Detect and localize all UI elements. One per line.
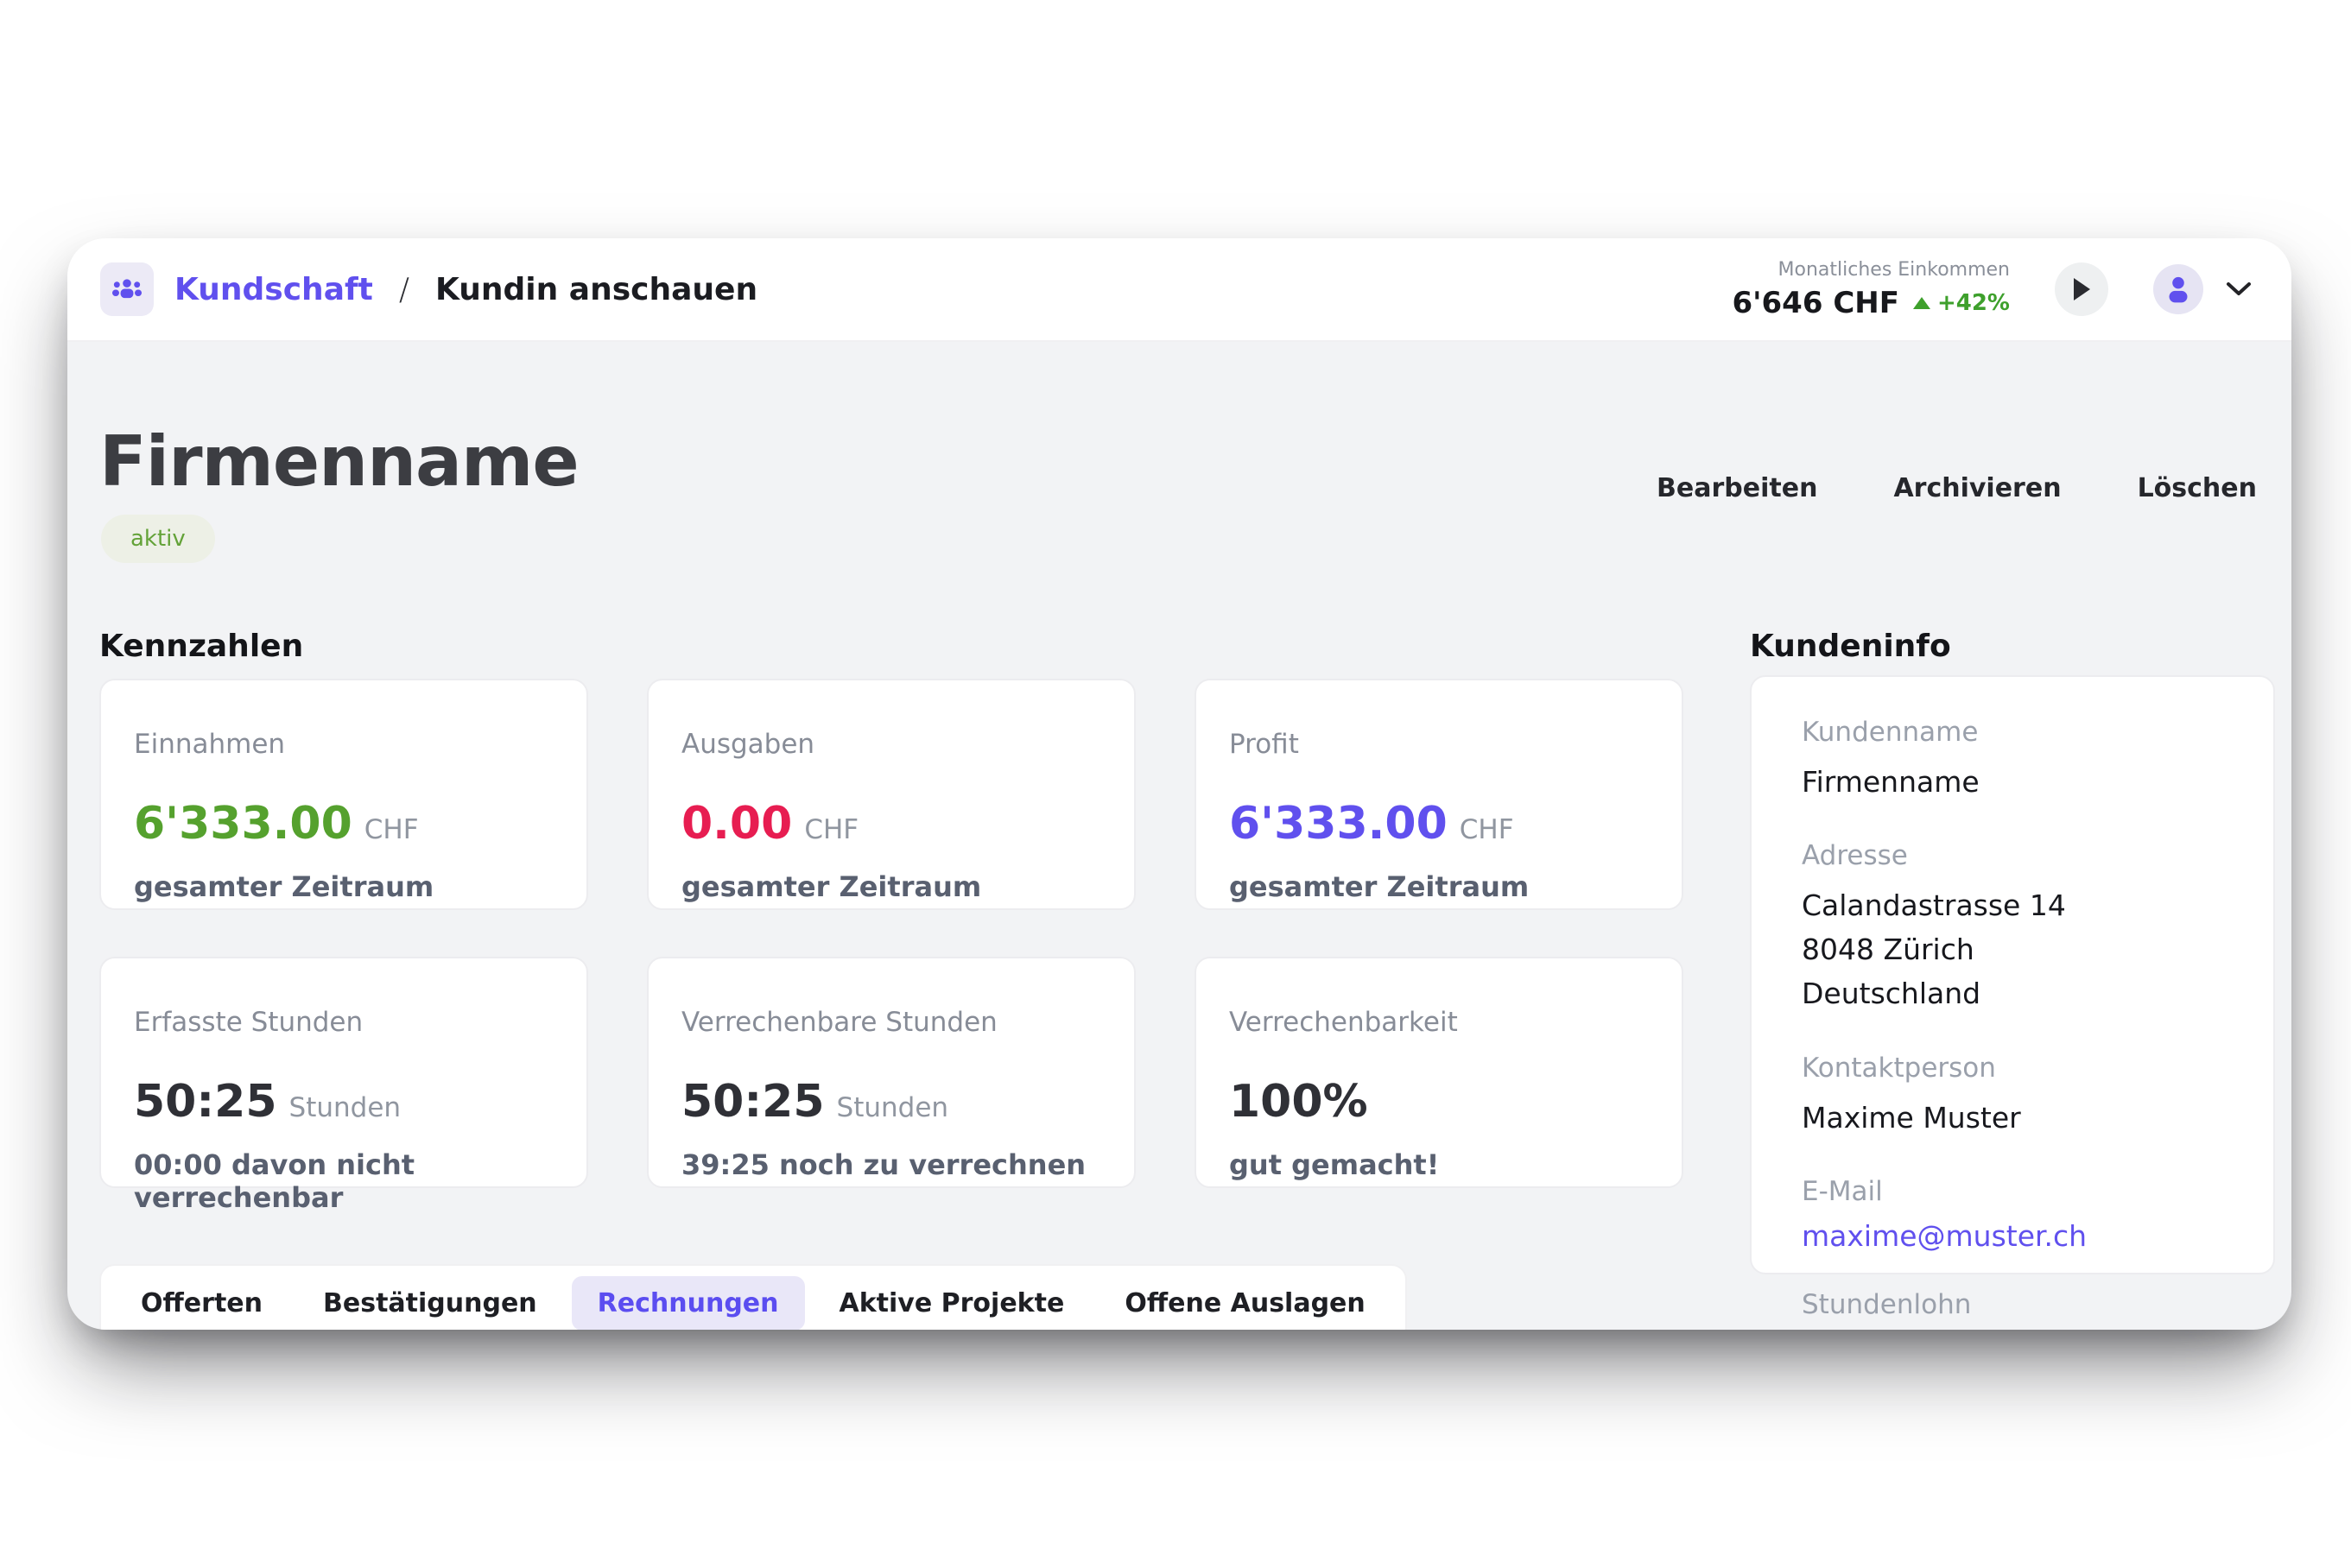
top-bar: Kundschaft / Kundin anschauen Monatliche… [67, 238, 2291, 342]
play-icon [2072, 277, 2091, 301]
tab-aktive-projekte[interactable]: Aktive Projekte [814, 1276, 1091, 1330]
field-label: Kundenname [1802, 717, 2239, 748]
tab-bestaetigungen[interactable]: Bestätigungen [297, 1276, 563, 1330]
chevron-down-icon[interactable] [2226, 281, 2252, 297]
kpi-unit: CHF [364, 814, 419, 845]
breadcrumb-separator: / [394, 272, 415, 307]
trend-up-icon [1913, 297, 1930, 309]
kennzahlen-heading: Kennzahlen [99, 629, 303, 664]
field-label: E-Mail [1802, 1176, 2239, 1207]
avatar[interactable] [2153, 264, 2203, 314]
address-line-3: Deutschland [1802, 971, 2239, 1015]
field-kundenname: Kundenname Firmenname [1802, 717, 2239, 804]
archive-button[interactable]: Archivieren [1893, 473, 2061, 503]
income-delta-badge: +42% [1913, 290, 2010, 316]
field-stundenlohn: Stundenlohn 120.00 CHF [1802, 1289, 2239, 1330]
monthly-income-widget: Monatliches Einkommen 6'646 CHF +42% [1732, 259, 2010, 320]
kpi-note: gesamter Zeitraum [681, 870, 1105, 903]
kpi-label: Profit [1229, 729, 1652, 760]
kundeninfo-heading: Kundeninfo [1750, 629, 1951, 664]
kpi-label: Einnahmen [134, 729, 557, 760]
kpi-grid: Einnahmen 6'333.00 CHF gesamter Zeitraum… [99, 679, 1683, 1188]
kpi-unit: CHF [804, 814, 859, 845]
kundeninfo-card: Kundenname Firmenname Adresse Calandastr… [1750, 675, 2275, 1274]
kpi-value: 50:25 [681, 1076, 825, 1128]
tab-offene-auslagen[interactable]: Offene Auslagen [1099, 1276, 1391, 1330]
address-line-2: 8048 Zürich [1802, 927, 2239, 971]
play-button[interactable] [2055, 262, 2108, 316]
user-menu[interactable] [2153, 264, 2252, 314]
kpi-note: gesamter Zeitraum [134, 870, 557, 903]
address-line-1: Calandastrasse 14 [1802, 883, 2239, 927]
field-value: Maxime Muster [1802, 1096, 2239, 1140]
customers-icon-box [100, 262, 154, 316]
delete-button[interactable]: Löschen [2138, 473, 2257, 503]
topbar-right-cluster: Monatliches Einkommen 6'646 CHF +42% [1732, 259, 2252, 320]
kpi-card-verrechenbarkeit: Verrechenbarkeit 100% gut gemacht! [1195, 957, 1683, 1188]
kpi-note: gesamter Zeitraum [1229, 870, 1652, 903]
app-window: Kundschaft / Kundin anschauen Monatliche… [67, 238, 2291, 1330]
field-adresse: Adresse Calandastrasse 14 8048 Zürich De… [1802, 840, 2239, 1015]
page-title: Firmenname [99, 421, 579, 502]
breadcrumb-current: Kundin anschauen [435, 272, 757, 307]
kpi-unit: Stunden [837, 1092, 949, 1123]
income-delta-value: +42% [1937, 290, 2010, 316]
users-icon [112, 277, 142, 301]
kpi-value: 50:25 [134, 1076, 277, 1128]
kpi-unit: CHF [1460, 814, 1514, 845]
field-label: Kontaktperson [1802, 1053, 2239, 1084]
field-kontaktperson: Kontaktperson Maxime Muster [1802, 1053, 2239, 1140]
kpi-value: 6'333.00 [134, 798, 352, 850]
tab-offerten[interactable]: Offerten [115, 1276, 288, 1330]
email-link[interactable]: maxime@muster.ch [1802, 1219, 2239, 1253]
kpi-note: 39:25 noch zu verrechnen [681, 1148, 1105, 1181]
kpi-value: 0.00 [681, 798, 792, 850]
kpi-value: 6'333.00 [1229, 798, 1448, 850]
kpi-label: Verrechenbare Stunden [681, 1007, 1105, 1038]
monthly-income-value: 6'646 CHF [1732, 286, 1899, 320]
user-avatar-icon [2165, 275, 2191, 303]
page-content: Firmenname aktiv Bearbeiten Archivieren … [67, 344, 2291, 1330]
kpi-note: 00:00 davon nicht verrechenbar [134, 1148, 557, 1214]
tab-rechnungen[interactable]: Rechnungen [572, 1276, 805, 1330]
kpi-card-erfasste-stunden: Erfasste Stunden 50:25 Stunden 00:00 dav… [99, 957, 588, 1188]
kpi-label: Erfasste Stunden [134, 1007, 557, 1038]
field-value: Firmenname [1802, 760, 2239, 804]
field-label: Adresse [1802, 840, 2239, 871]
kpi-label: Verrechenbarkeit [1229, 1007, 1652, 1038]
kpi-unit: Stunden [289, 1092, 402, 1123]
breadcrumb-link-kundschaft[interactable]: Kundschaft [174, 272, 373, 307]
kpi-card-ausgaben: Ausgaben 0.00 CHF gesamter Zeitraum [647, 679, 1136, 910]
field-label: Stundenlohn [1802, 1289, 2239, 1320]
kpi-value: 100% [1229, 1076, 1368, 1128]
kpi-note: gut gemacht! [1229, 1148, 1652, 1181]
status-badge: aktiv [101, 515, 215, 563]
kpi-label: Ausgaben [681, 729, 1105, 760]
field-email: E-Mail maxime@muster.ch [1802, 1176, 2239, 1253]
record-actions: Bearbeiten Archivieren Löschen [1657, 473, 2257, 503]
breadcrumb: Kundschaft / Kundin anschauen [100, 262, 757, 316]
edit-button[interactable]: Bearbeiten [1657, 473, 1817, 503]
monthly-income-label: Monatliches Einkommen [1732, 259, 2010, 281]
kpi-card-profit: Profit 6'333.00 CHF gesamter Zeitraum [1195, 679, 1683, 910]
kpi-card-verrechenbare-stunden: Verrechenbare Stunden 50:25 Stunden 39:2… [647, 957, 1136, 1188]
kpi-card-einnahmen: Einnahmen 6'333.00 CHF gesamter Zeitraum [99, 679, 588, 910]
detail-tabs: Offerten Bestätigungen Rechnungen Aktive… [99, 1264, 1407, 1330]
